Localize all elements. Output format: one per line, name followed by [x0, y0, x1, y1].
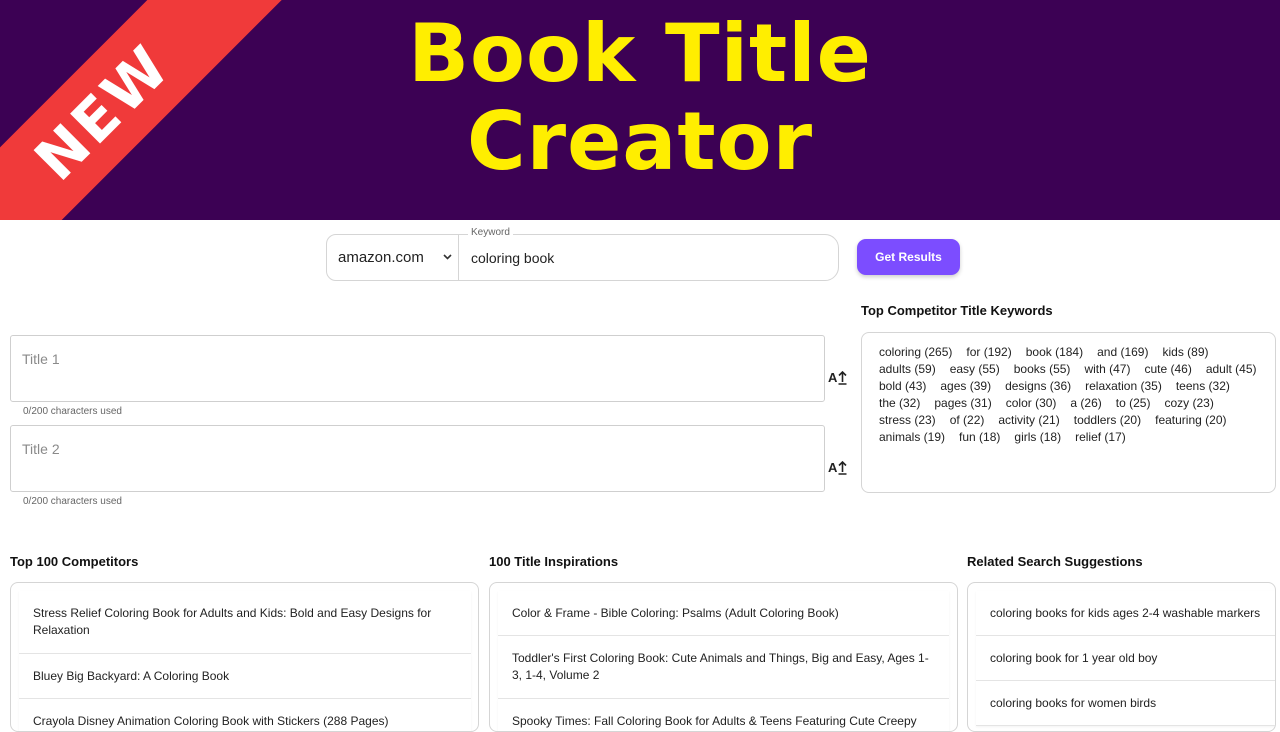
text-case-icon[interactable]: A [828, 367, 850, 385]
keyword-chip: designs (36) [1005, 379, 1072, 393]
keyword-chip: kids (89) [1162, 345, 1209, 359]
title-2-char-count: 0/200 characters used [23, 496, 122, 507]
inspiration-item[interactable]: Spooky Times: Fall Coloring Book for Adu… [498, 699, 949, 731]
inspirations-list: Color & Frame - Bible Coloring: Psalms (… [498, 591, 949, 731]
keyword-chip: bold (43) [879, 379, 927, 393]
keyword-chip: to (25) [1115, 396, 1151, 410]
suggestion-item[interactable]: coloring book for 1 year old boy [976, 636, 1275, 681]
keyword-chip: animals (19) [879, 430, 946, 444]
chevron-down-icon [443, 252, 452, 263]
title-2-placeholder: Title 2 [22, 441, 60, 457]
keyword-value: coloring book [471, 250, 555, 266]
competitors-list: Stress Relief Coloring Book for Adults a… [19, 591, 471, 731]
keyword-chip: and (169) [1097, 345, 1149, 359]
keyword-chip: ages (39) [940, 379, 992, 393]
competitor-item[interactable]: Crayola Disney Animation Coloring Book w… [19, 699, 471, 731]
keyword-label: Keyword [468, 227, 513, 238]
title-1-placeholder: Title 1 [22, 351, 60, 367]
title-1-char-count: 0/200 characters used [23, 406, 122, 417]
keyword-chip: cozy (23) [1164, 396, 1214, 410]
header-banner: NEW Book Title Creator [0, 0, 1280, 220]
suggestions-panel: coloring books for kids ages 2-4 washabl… [967, 582, 1276, 732]
keyword-chip: of (22) [949, 413, 985, 427]
get-results-button[interactable]: Get Results [857, 239, 960, 275]
keywords-panel: coloring (265) for (192) book (184) and (16… [861, 332, 1276, 493]
keyword-chip: toddlers (20) [1073, 413, 1142, 427]
title-1-input[interactable]: Title 1 [10, 335, 825, 402]
inspiration-item[interactable]: Color & Frame - Bible Coloring: Psalms (… [498, 591, 949, 636]
inspirations-panel: Color & Frame - Bible Coloring: Psalms (… [489, 582, 958, 732]
banner-title-line2: Creator [466, 95, 814, 188]
keyword-chip: easy (55) [949, 362, 1000, 376]
competitors-heading: Top 100 Competitors [10, 554, 139, 569]
text-case-icon[interactable]: A [828, 457, 850, 475]
marketplace-select[interactable]: amazon.com [326, 234, 460, 281]
keyword-chip: for (192) [966, 345, 1012, 359]
keyword-chip: stress (23) [879, 413, 936, 427]
keyword-chip: teens (32) [1175, 379, 1230, 393]
suggestions-list: coloring books for kids ages 2-4 washabl… [976, 591, 1275, 726]
keyword-chip: relaxation (35) [1085, 379, 1162, 393]
marketplace-value: amazon.com [338, 249, 424, 266]
keyword-chip: adults (59) [879, 362, 936, 376]
keyword-chip: the (32) [879, 396, 921, 410]
keyword-chip: color (30) [1005, 396, 1057, 410]
keyword-chip: cute (46) [1144, 362, 1192, 376]
suggestion-item[interactable]: coloring books for women birds [976, 681, 1275, 726]
keyword-chip: coloring (265) [879, 345, 953, 359]
competitors-panel: Stress Relief Coloring Book for Adults a… [10, 582, 479, 732]
keyword-chip: relief (17) [1075, 430, 1126, 444]
keyword-chip: book (184) [1025, 345, 1084, 359]
keyword-chip: fun (18) [959, 430, 1001, 444]
keywords-heading: Top Competitor Title Keywords [861, 303, 1053, 318]
keyword-list: coloring (265) for (192) book (184) and (16… [879, 344, 1269, 446]
suggestion-item[interactable]: coloring books for kids ages 2-4 washabl… [976, 591, 1275, 636]
keyword-chip: activity (21) [998, 413, 1060, 427]
keyword-chip: a (26) [1070, 396, 1102, 410]
competitor-item[interactable]: Stress Relief Coloring Book for Adults a… [19, 591, 471, 654]
keyword-chip: books (55) [1013, 362, 1071, 376]
competitor-item[interactable]: Bluey Big Backyard: A Coloring Book [19, 654, 471, 699]
keyword-chip: with (47) [1084, 362, 1131, 376]
banner-title-line1: Book Title [408, 7, 872, 100]
keyword-chip: girls (18) [1014, 430, 1062, 444]
keyword-chip: pages (31) [934, 396, 992, 410]
keyword-chip: adult (45) [1205, 362, 1257, 376]
inspirations-heading: 100 Title Inspirations [489, 554, 619, 569]
suggestions-heading: Related Search Suggestions [967, 554, 1143, 569]
keyword-input[interactable]: coloring book [458, 234, 839, 281]
inspiration-item[interactable]: Toddler's First Coloring Book: Cute Anim… [498, 636, 949, 699]
keyword-chip: featuring (20) [1155, 413, 1227, 427]
title-2-input[interactable]: Title 2 [10, 425, 825, 492]
